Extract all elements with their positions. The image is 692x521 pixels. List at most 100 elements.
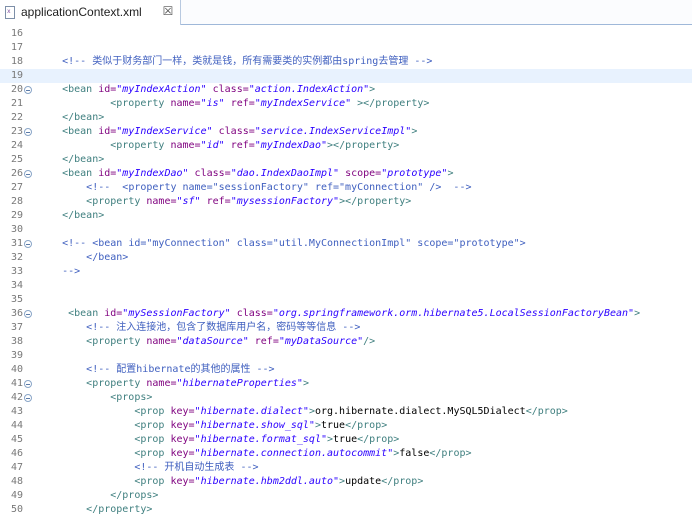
code-token-tag: ></property> (351, 98, 430, 109)
code-token-tag: > (411, 126, 418, 137)
code-token-val: "dataSource" (176, 336, 249, 347)
line-number: 40 (10, 364, 23, 375)
code-line[interactable]: 50 </property> (0, 503, 692, 517)
code-token-attr: key= (170, 434, 195, 445)
xml-file-icon-glyph: x (7, 8, 11, 15)
line-number: 39 (10, 350, 23, 361)
code-text: --> (38, 265, 80, 279)
line-number: 44 (10, 420, 23, 431)
code-line[interactable]: 35 (0, 293, 692, 307)
fold-toggle-icon[interactable] (24, 310, 32, 318)
code-text: </bean> (38, 209, 104, 223)
code-line[interactable]: 30 (0, 223, 692, 237)
code-line[interactable]: 43 <prop key="hibernate.dialect">org.hib… (0, 405, 692, 419)
fold-toggle-icon[interactable] (24, 240, 32, 248)
code-text: <!-- <property name="sessionFactory" ref… (38, 181, 471, 195)
code-token-tag: <bean (68, 308, 105, 319)
code-text: </bean> (38, 153, 104, 167)
code-line[interactable]: 31 <!-- <bean id="myConnection" class="u… (0, 237, 692, 251)
code-text: <!-- <bean id="myConnection" class="util… (38, 237, 526, 251)
fold-toggle-icon[interactable] (24, 128, 32, 136)
code-line[interactable]: 33 --> (0, 265, 692, 279)
code-token-tag: <props> (110, 392, 153, 403)
code-editor[interactable]: 16 17 18 <!-- 类似于财务部门一样，类就是钱，所有需要类的实例都由spr… (0, 26, 692, 521)
code-token-attr: ref= (200, 196, 231, 207)
code-line[interactable]: 46 <prop key="hibernate.connection.autoc… (0, 447, 692, 461)
code-line[interactable]: 29 </bean> (0, 209, 692, 223)
code-line[interactable]: 41 <property name="hibernateProperties"> (0, 377, 692, 391)
code-token-tag: <prop (134, 420, 171, 431)
code-text: <property name="sf" ref="mysessionFactor… (38, 195, 411, 209)
code-line[interactable]: 34 (0, 279, 692, 293)
code-line[interactable]: 22 </bean> (0, 111, 692, 125)
code-token-tag: <prop (134, 476, 171, 487)
code-token-tag: /> (363, 336, 376, 347)
code-token-com: </bean> (86, 252, 129, 263)
fold-toggle-icon[interactable] (24, 394, 32, 402)
code-text: <!-- 配置hibernate的其他的属性 --> (38, 363, 274, 377)
code-token-tag: <bean (62, 126, 99, 137)
code-line[interactable]: 18 <!-- 类似于财务部门一样，类就是钱，所有需要类的实例都由spring去… (0, 55, 692, 69)
code-line[interactable]: 25 </bean> (0, 153, 692, 167)
close-icon[interactable]: ☒ (162, 4, 174, 18)
fold-toggle-icon[interactable] (24, 170, 32, 178)
code-line[interactable]: 40 <!-- 配置hibernate的其他的属性 --> (0, 363, 692, 377)
line-number: 22 (10, 112, 23, 123)
code-line[interactable]: 38 <property name="dataSource" ref="myDa… (0, 335, 692, 349)
line-number: 32 (10, 252, 23, 263)
code-token-tag: > (634, 308, 641, 319)
code-text: <prop key="hibernate.dialect">org.hibern… (38, 405, 568, 419)
code-token-attr: name= (146, 196, 177, 207)
code-line[interactable]: 16 (0, 27, 692, 41)
code-line[interactable]: 36 <bean id="mySessionFactory" class="or… (0, 307, 692, 321)
code-text: <property name="hibernateProperties"> (38, 377, 309, 391)
code-token-val: "myIndexDao" (116, 168, 189, 179)
code-token-attr: class= (212, 126, 255, 137)
code-line[interactable]: 24 <property name="id" ref="myIndexDao">… (0, 139, 692, 153)
code-token-tag: <property (110, 98, 171, 109)
tab-application-context[interactable]: x applicationContext.xml ☒ (0, 0, 181, 25)
line-number: 31 (10, 238, 23, 249)
code-token-text: true (333, 434, 358, 445)
code-line[interactable]: 17 (0, 41, 692, 55)
code-line[interactable]: 44 <prop key="hibernate.show_sql">true</… (0, 419, 692, 433)
code-line[interactable]: 49 </props> (0, 489, 692, 503)
code-line[interactable]: 45 <prop key="hibernate.format_sql">true… (0, 433, 692, 447)
line-number: 47 (10, 462, 23, 473)
code-line[interactable]: 32 </bean> (0, 251, 692, 265)
fold-toggle-icon[interactable] (24, 86, 32, 94)
code-line[interactable]: 39 (0, 349, 692, 363)
line-number: 36 (10, 308, 23, 319)
fold-toggle-icon[interactable] (24, 380, 32, 388)
code-text: <bean id="mySessionFactory" class="org.s… (38, 307, 640, 321)
code-token-val: "myIndexService" (254, 98, 352, 109)
code-line[interactable]: 28 <property name="sf" ref="mysessionFac… (0, 195, 692, 209)
code-token-val: "mySessionFactory" (122, 308, 231, 319)
code-token-val: "is" (200, 98, 225, 109)
code-line[interactable]: 37 <!-- 注入连接池，包含了数据库用户名，密码等等信息 --> (0, 321, 692, 335)
code-line[interactable]: 21 <property name="is" ref="myIndexServi… (0, 97, 692, 111)
code-token-val: "id" (200, 140, 225, 151)
code-line[interactable]: 20 <bean id="myIndexAction" class="actio… (0, 83, 692, 97)
code-token-attr: key= (170, 420, 195, 431)
code-token-tag: </prop> (381, 476, 424, 487)
code-token-attr: key= (170, 476, 195, 487)
code-text: </property> (38, 503, 152, 517)
code-token-val: "sf" (176, 196, 201, 207)
code-line[interactable]: 26 <bean id="myIndexDao" class="dao.Inde… (0, 167, 692, 181)
code-line[interactable]: 42 <props> (0, 391, 692, 405)
code-token-attr: class= (206, 84, 249, 95)
code-token-val: "dao.IndexDaoImpl" (230, 168, 340, 179)
code-line[interactable]: 27 <!-- <property name="sessionFactory" … (0, 181, 692, 195)
line-number: 23 (10, 126, 23, 137)
code-token-val: "action.IndexAction" (248, 84, 370, 95)
line-number: 27 (10, 182, 23, 193)
code-token-tag: </bean> (62, 210, 105, 221)
code-line[interactable]: 48 <prop key="hibernate.hbm2ddl.auto">up… (0, 475, 692, 489)
code-line[interactable]: 23 <bean id="myIndexService" class="serv… (0, 125, 692, 139)
editor-tab-bar: x applicationContext.xml ☒ (0, 0, 692, 25)
code-line[interactable]: 19 (0, 69, 692, 83)
line-number: 43 (10, 406, 23, 417)
code-text: <property name="id" ref="myIndexDao"></p… (38, 139, 399, 153)
code-line[interactable]: 47 <!-- 开机自动生成表 --> (0, 461, 692, 475)
